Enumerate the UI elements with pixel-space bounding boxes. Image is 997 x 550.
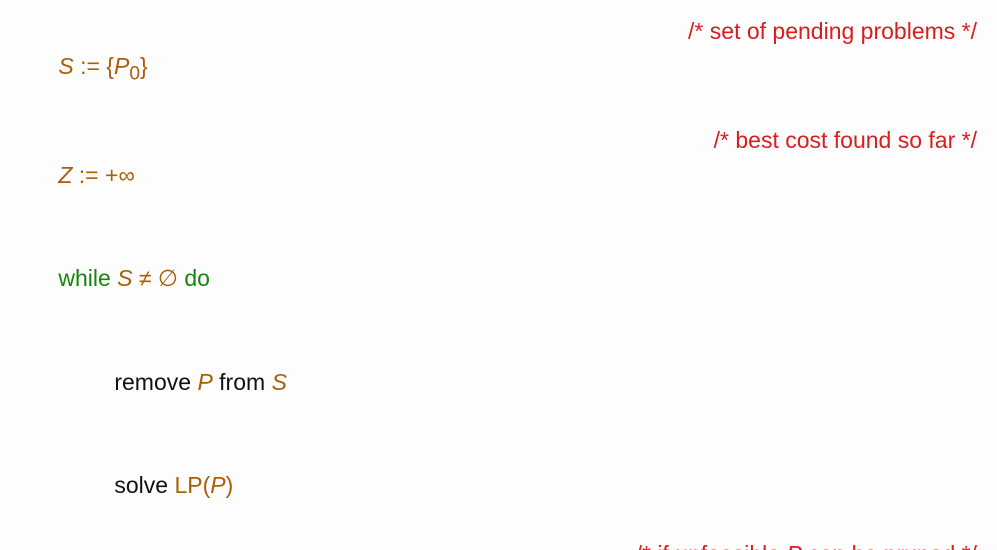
var-P0: P — [114, 53, 129, 79]
line-2: Z := +∞ /* best cost found so far */ — [20, 123, 977, 227]
comment-bestcost: /* best cost found so far */ — [714, 123, 977, 158]
comment-pending: /* set of pending problems */ — [688, 14, 977, 49]
txt-from: from — [213, 369, 272, 395]
var-S: S — [58, 53, 73, 79]
txt-remove: remove — [114, 369, 197, 395]
comment-unfeasible: /* if unfeasible P can be pruned */ — [636, 537, 977, 550]
cmt-post: can be pruned */ — [802, 541, 977, 550]
algorithm-pseudocode: S := {P0} /* set of pending problems */ … — [0, 0, 997, 550]
rp: ) — [226, 472, 234, 498]
cmt-pre: /* if unfeasible — [636, 541, 787, 550]
brace-l: { — [106, 53, 114, 79]
txt-solve: solve — [114, 472, 174, 498]
sub-0: 0 — [129, 63, 140, 84]
var-S: S — [272, 369, 287, 395]
var-P: P — [197, 369, 212, 395]
line-4: remove P from S — [20, 330, 977, 434]
fn-LP: LP( — [174, 472, 210, 498]
kw-while: while — [58, 265, 117, 291]
op-assign: := — [74, 53, 107, 79]
brace-r: } — [140, 53, 148, 79]
var-Z: Z — [58, 162, 72, 188]
neq-empty: ≠ ∅ — [133, 265, 178, 291]
line-1: S := {P0} /* set of pending problems */ — [20, 14, 977, 123]
var-P: P — [210, 472, 225, 498]
cmt-P: P — [786, 541, 801, 550]
kw-do: do — [178, 265, 210, 291]
var-S: S — [117, 265, 132, 291]
line-6: if LP(P) is feasible then /* if unfeasib… — [20, 537, 977, 550]
line-3: while S ≠ ∅ do — [20, 227, 977, 331]
assign-inf: := +∞ — [72, 162, 134, 188]
line-5: solve LP(P) — [20, 434, 977, 538]
